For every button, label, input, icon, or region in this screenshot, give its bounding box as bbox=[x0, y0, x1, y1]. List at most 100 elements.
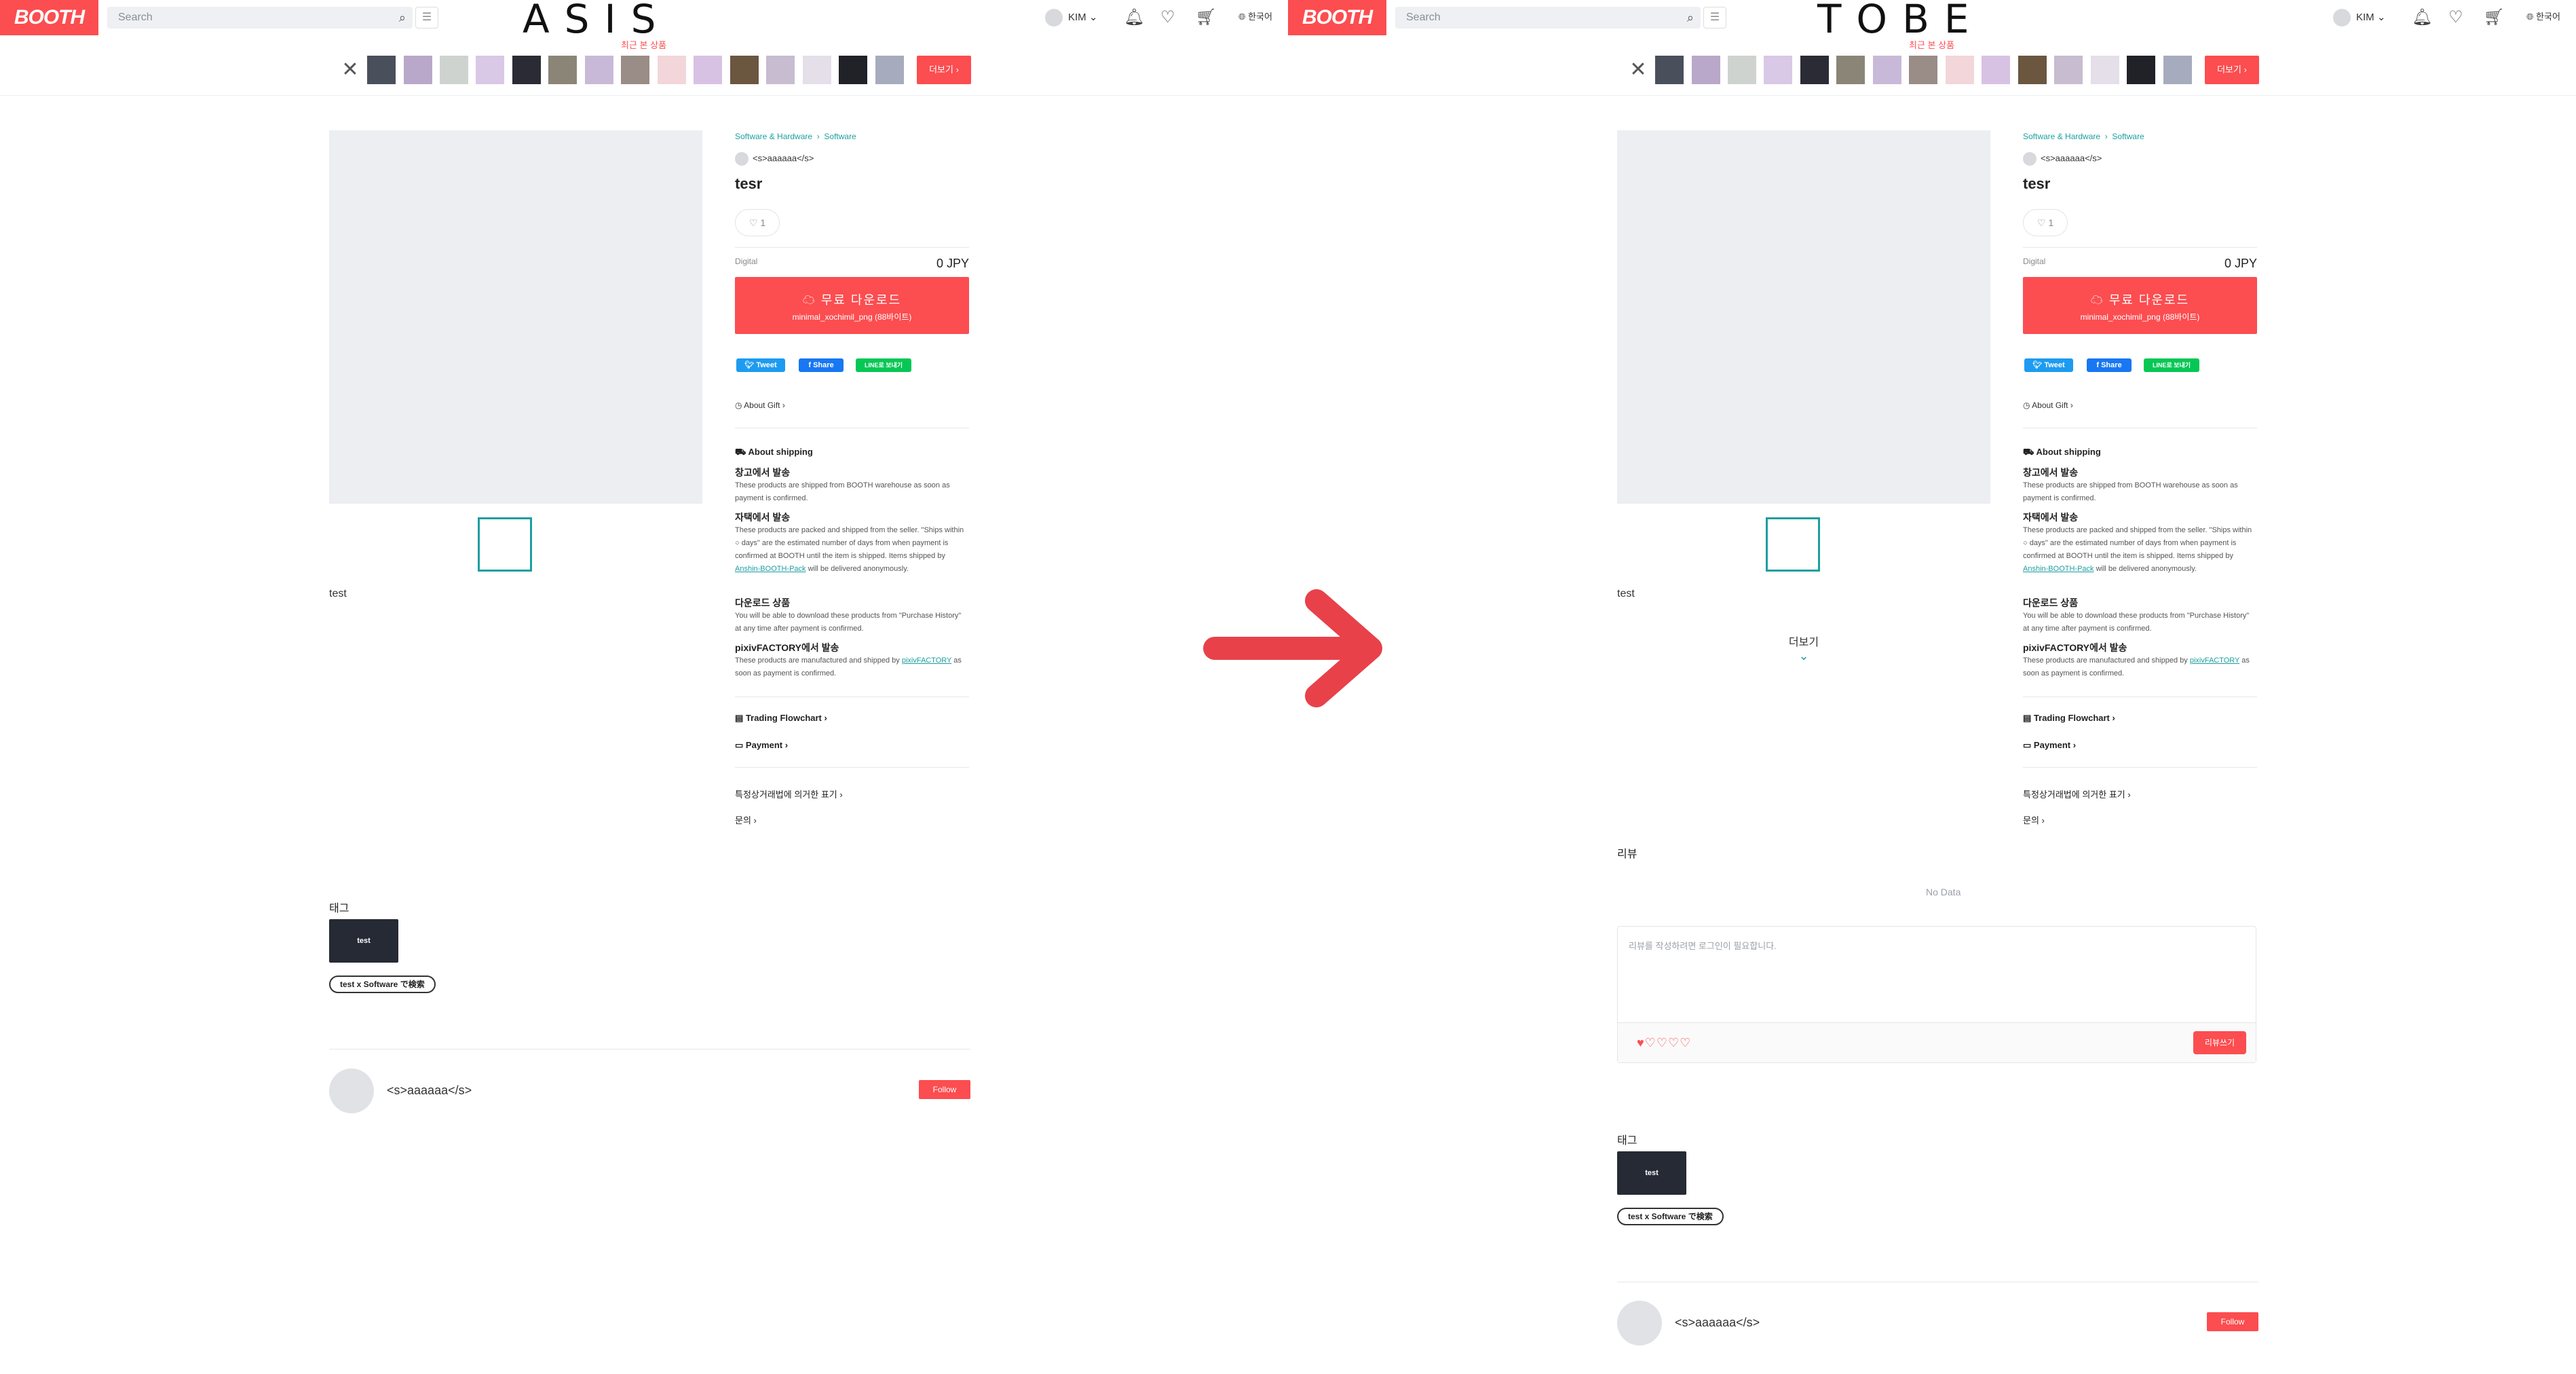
free-download-button[interactable]: ☁ 무료 다운로드 minimal_xochimil_png (88바이트) bbox=[2023, 277, 2257, 334]
shop-name[interactable]: <s>aaaaaa</s> bbox=[1675, 1316, 1760, 1330]
law-notation-link[interactable]: 특정상거래법에 의거한 표기 › bbox=[2023, 787, 2131, 800]
pixivfactory-link[interactable]: pixivFACTORY bbox=[902, 656, 951, 665]
about-gift-link[interactable]: ◷ About Gift › bbox=[2023, 401, 2073, 410]
recent-thumb[interactable] bbox=[1692, 56, 1720, 84]
review-submit-button[interactable]: 리뷰쓰기 bbox=[2193, 1031, 2246, 1054]
booth-logo[interactable]: BOOTH bbox=[1288, 0, 1386, 35]
breadcrumb-category[interactable]: Software & Hardware bbox=[2023, 132, 2100, 141]
recent-thumb[interactable]: ✕ bbox=[1624, 56, 1652, 84]
user-menu[interactable]: KIM ⌄ bbox=[2333, 8, 2385, 27]
recent-thumb[interactable] bbox=[658, 56, 686, 84]
product-image[interactable] bbox=[1617, 130, 1990, 504]
recent-thumb[interactable] bbox=[367, 56, 396, 84]
star-icon[interactable]: ♥ bbox=[1637, 1036, 1645, 1050]
breadcrumb-category[interactable]: Software & Hardware bbox=[735, 132, 812, 141]
product-thumbnail[interactable] bbox=[478, 517, 532, 572]
recent-thumb[interactable] bbox=[1655, 56, 1684, 84]
language-selector[interactable]: 🌐︎ 한국어 bbox=[1238, 10, 1272, 22]
read-more-button[interactable]: 더보기 ⌄ bbox=[1783, 633, 1824, 663]
recent-thumb[interactable] bbox=[875, 56, 904, 84]
recent-thumb[interactable] bbox=[548, 56, 577, 84]
follow-button[interactable]: Follow bbox=[2207, 1312, 2258, 1331]
recent-more-button[interactable]: 더보기 › bbox=[917, 56, 971, 84]
line-share-button[interactable]: LINE로 보내기 bbox=[2144, 358, 2199, 372]
recent-thumb[interactable] bbox=[1946, 56, 1974, 84]
recent-thumb[interactable] bbox=[2127, 56, 2155, 84]
recent-thumb[interactable] bbox=[512, 56, 541, 84]
like-button[interactable]: ♡ 1 bbox=[2023, 209, 2068, 236]
booth-logo[interactable]: BOOTH bbox=[0, 0, 98, 35]
follow-button[interactable]: Follow bbox=[919, 1080, 970, 1099]
review-textarea[interactable]: 리뷰를 작성하려면 로그인이 필요합니다. bbox=[1629, 939, 1777, 952]
shop-link[interactable]: <s>aaaaaa</s> bbox=[2023, 152, 2102, 166]
shop-avatar[interactable] bbox=[329, 1069, 374, 1113]
recent-thumb[interactable] bbox=[1909, 56, 1937, 84]
recent-thumb[interactable] bbox=[766, 56, 795, 84]
bell-icon[interactable]: 🔔︎ bbox=[2412, 7, 2432, 29]
recent-thumb[interactable] bbox=[1982, 56, 2010, 84]
facebook-share-button[interactable]: f Share bbox=[2087, 358, 2132, 372]
menu-icon[interactable]: ☰ bbox=[1703, 7, 1726, 29]
recent-thumb[interactable]: ✕ bbox=[336, 56, 364, 84]
heart-icon[interactable]: ♡ bbox=[2448, 7, 2463, 29]
anshin-booth-pack-link[interactable]: Anshin-BOOTH-Pack bbox=[735, 565, 806, 573]
recent-thumb[interactable] bbox=[585, 56, 613, 84]
tweet-button[interactable]: 🐦︎ Tweet bbox=[736, 358, 785, 372]
law-notation-link[interactable]: 특정상거래법에 의거한 표기 › bbox=[735, 787, 843, 800]
cart-icon[interactable]: 🛒︎ bbox=[1196, 7, 1216, 29]
tag-button[interactable]: test bbox=[329, 919, 398, 963]
breadcrumb-subcategory[interactable]: Software bbox=[2112, 132, 2144, 141]
shop-avatar[interactable] bbox=[1617, 1301, 1662, 1345]
heart-icon[interactable]: ♡ bbox=[1160, 7, 1175, 29]
user-menu[interactable]: KIM ⌄ bbox=[1045, 8, 1097, 27]
star-icon[interactable]: ♡ bbox=[1645, 1036, 1656, 1050]
recent-more-button[interactable]: 더보기 › bbox=[2205, 56, 2259, 84]
star-icon[interactable]: ♡ bbox=[1668, 1036, 1680, 1050]
recent-thumb[interactable] bbox=[1873, 56, 1901, 84]
recent-thumb[interactable] bbox=[730, 56, 759, 84]
search-icon[interactable]: ⌕ bbox=[399, 7, 406, 29]
like-button[interactable]: ♡ 1 bbox=[735, 209, 780, 236]
shop-name[interactable]: <s>aaaaaa</s> bbox=[387, 1083, 472, 1098]
about-gift-link[interactable]: ◷ About Gift › bbox=[735, 401, 785, 410]
cart-icon[interactable]: 🛒︎ bbox=[2484, 7, 2504, 29]
recent-thumb[interactable] bbox=[803, 56, 831, 84]
recent-thumb[interactable] bbox=[476, 56, 504, 84]
payment-link[interactable]: ▭ Payment › bbox=[735, 740, 788, 751]
inquiry-link[interactable]: 문의 › bbox=[2023, 813, 2045, 826]
anshin-booth-pack-link[interactable]: Anshin-BOOTH-Pack bbox=[2023, 565, 2094, 573]
search-icon[interactable]: ⌕ bbox=[1687, 7, 1694, 29]
recent-thumb[interactable] bbox=[2163, 56, 2192, 84]
star-rating[interactable]: ♥♡♡♡♡ bbox=[1637, 1036, 1691, 1050]
recent-thumb[interactable] bbox=[2018, 56, 2047, 84]
inquiry-link[interactable]: 문의 › bbox=[735, 813, 757, 826]
recent-thumb[interactable] bbox=[2054, 56, 2083, 84]
star-icon[interactable]: ♡ bbox=[1656, 1036, 1668, 1050]
recent-thumb[interactable] bbox=[2091, 56, 2119, 84]
recent-thumb[interactable] bbox=[1728, 56, 1756, 84]
search-input[interactable]: Search ⌕ bbox=[1395, 7, 1701, 29]
facebook-share-button[interactable]: f Share bbox=[799, 358, 844, 372]
recent-thumb[interactable] bbox=[1836, 56, 1865, 84]
recent-thumb[interactable] bbox=[621, 56, 649, 84]
tag-search-button[interactable]: test x Software で検索 bbox=[1617, 1208, 1724, 1225]
recent-thumb[interactable] bbox=[1764, 56, 1792, 84]
recent-thumb[interactable] bbox=[440, 56, 468, 84]
language-selector[interactable]: 🌐︎ 한국어 bbox=[2526, 10, 2560, 22]
payment-link[interactable]: ▭ Payment › bbox=[2023, 740, 2076, 751]
star-icon[interactable]: ♡ bbox=[1680, 1036, 1691, 1050]
trading-flowchart-link[interactable]: ▤ Trading Flowchart › bbox=[2023, 713, 2115, 724]
menu-icon[interactable]: ☰ bbox=[415, 7, 438, 29]
product-thumbnail[interactable] bbox=[1766, 517, 1820, 572]
recent-thumb[interactable] bbox=[1800, 56, 1829, 84]
recent-thumb[interactable] bbox=[839, 56, 867, 84]
tweet-button[interactable]: 🐦︎ Tweet bbox=[2024, 358, 2073, 372]
bell-icon[interactable]: 🔔︎ bbox=[1124, 7, 1144, 29]
free-download-button[interactable]: ☁ 무료 다운로드 minimal_xochimil_png (88바이트) bbox=[735, 277, 969, 334]
tag-button[interactable]: test bbox=[1617, 1151, 1686, 1195]
trading-flowchart-link[interactable]: ▤ Trading Flowchart › bbox=[735, 713, 827, 724]
search-input[interactable]: Search ⌕ bbox=[107, 7, 413, 29]
recent-thumb[interactable] bbox=[694, 56, 722, 84]
tag-search-button[interactable]: test x Software で検索 bbox=[329, 976, 436, 993]
product-image[interactable] bbox=[329, 130, 702, 504]
